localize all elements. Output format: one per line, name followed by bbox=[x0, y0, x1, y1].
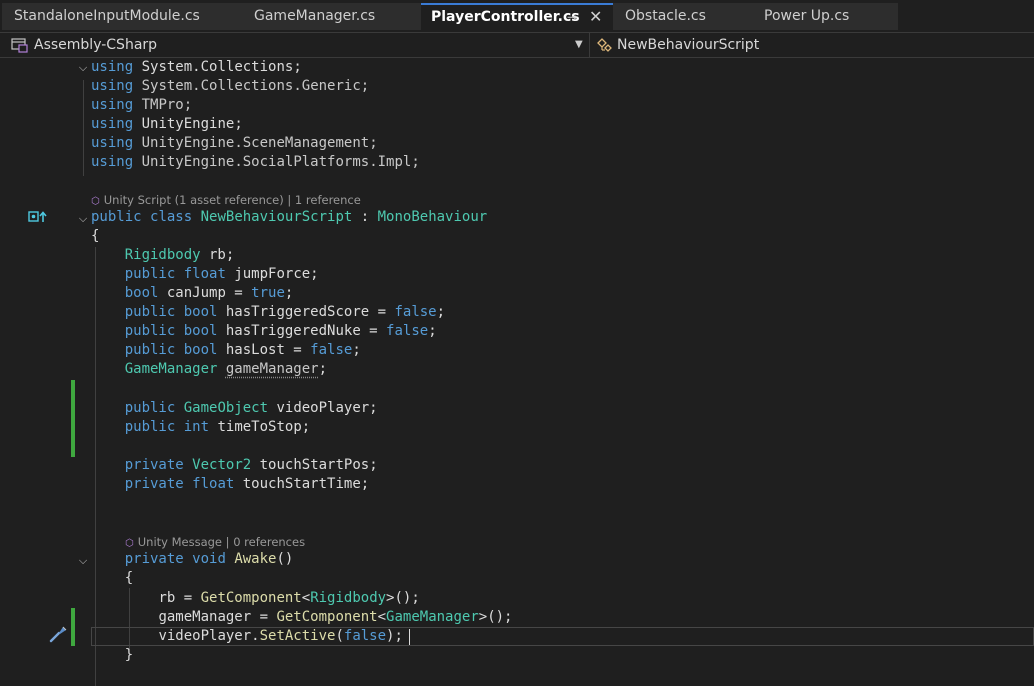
code-line-10: Rigidbody rb; bbox=[124, 247, 235, 263]
chevron-down-icon[interactable]: ▼ bbox=[575, 33, 583, 57]
codelens-awake-references[interactable]: ⬡ Unity Message | 0 references bbox=[125, 534, 305, 550]
code-line-15: public bool hasLost = false; bbox=[124, 342, 361, 358]
fold-toggle-icon[interactable]: ⌵ bbox=[77, 213, 89, 225]
navigation-bar: Assembly-CSharp ▼ NewBehaviourScript bbox=[0, 32, 1034, 58]
code-line-8: public class NewBehaviourScript : MonoBe… bbox=[91, 209, 488, 225]
code-editor[interactable]: ⌵ ⌵ ⌵ using System.Collections; using Sy… bbox=[0, 58, 1034, 686]
tab-label: GameManager.cs bbox=[254, 8, 376, 24]
tab-label: Obstacle.cs bbox=[625, 8, 706, 24]
tab-standalone-input-module[interactable]: StandaloneInputModule.cs bbox=[2, 3, 246, 30]
code-line-4: using UnityEngine; bbox=[91, 116, 243, 132]
code-line-14: public bool hasTriggeredNuke = false; bbox=[124, 323, 437, 339]
codelens-text: Unity Script (1 asset reference) | 1 ref… bbox=[103, 193, 361, 207]
code-line-6: using UnityEngine.SocialPlatforms.Impl; bbox=[91, 154, 420, 170]
code-line-27: rb = GetComponent<Rigidbody>(); bbox=[158, 590, 420, 606]
tab-game-manager[interactable]: GameManager.cs bbox=[242, 3, 422, 30]
change-indicator bbox=[71, 608, 75, 646]
tab-label: Power Up.cs bbox=[764, 8, 850, 24]
code-line-11: public float jumpForce; bbox=[124, 266, 319, 282]
code-line-26: { bbox=[124, 570, 134, 586]
code-line-30: } bbox=[124, 647, 134, 663]
code-line-25: private void Awake() bbox=[124, 551, 294, 567]
type-label: NewBehaviourScript bbox=[617, 37, 760, 53]
code-line-12: bool canJump = true; bbox=[124, 285, 294, 301]
tab-player-controller[interactable]: PlayerController.cs ⊸ ✕ bbox=[421, 3, 617, 30]
unity-script-glyph-icon[interactable] bbox=[28, 210, 50, 224]
codelens-text: Unity Message | 0 references bbox=[137, 535, 306, 549]
code-line-16: GameManager gameManager; bbox=[124, 361, 328, 377]
csharp-project-icon bbox=[11, 38, 28, 53]
project-label: Assembly-CSharp bbox=[34, 37, 158, 53]
code-line-29: videoPlayer.SetActive(false); bbox=[158, 628, 403, 644]
code-line-21: private Vector2 touchStartPos; bbox=[124, 457, 378, 473]
screwdriver-icon[interactable] bbox=[48, 624, 68, 644]
code-line-5: using UnityEngine.SceneManagement; bbox=[91, 135, 378, 151]
close-icon[interactable]: ✕ bbox=[589, 5, 602, 29]
tab-power-up[interactable]: Power Up.cs bbox=[752, 3, 898, 30]
code-line-9: { bbox=[91, 228, 100, 244]
indent-guide bbox=[83, 80, 84, 176]
text-caret bbox=[409, 629, 410, 645]
codelens-class-references[interactable]: ⬡ Unity Script (1 asset reference) | 1 re… bbox=[91, 192, 361, 208]
fold-toggle-icon[interactable]: ⌵ bbox=[77, 555, 89, 567]
code-line-3: using TMPro; bbox=[91, 97, 193, 113]
code-line-19: public int timeToStop; bbox=[124, 419, 311, 435]
tab-label: StandaloneInputModule.cs bbox=[14, 8, 200, 24]
unity-cube-icon: ⬡ bbox=[125, 538, 134, 549]
project-dropdown[interactable]: Assembly-CSharp ▼ bbox=[8, 33, 590, 58]
class-type-icon bbox=[597, 38, 612, 52]
tab-label: PlayerController.cs bbox=[431, 9, 580, 25]
pin-icon[interactable]: ⊸ bbox=[567, 5, 577, 29]
unity-cube-icon: ⬡ bbox=[91, 196, 100, 207]
tab-obstacle[interactable]: Obstacle.cs bbox=[613, 3, 755, 30]
code-line-13: public bool hasTriggeredScore = false; bbox=[124, 304, 446, 320]
code-line-28: gameManager = GetComponent<GameManager>(… bbox=[158, 609, 513, 625]
change-indicator bbox=[71, 380, 75, 457]
document-tab-strip: StandaloneInputModule.cs GameManager.cs … bbox=[0, 0, 1034, 32]
code-line-22: private float touchStartTime; bbox=[124, 476, 370, 492]
code-line-2: using System.Collections.Generic; bbox=[91, 78, 370, 94]
code-line-18: public GameObject videoPlayer; bbox=[124, 400, 378, 416]
fold-toggle-icon[interactable]: ⌵ bbox=[77, 62, 89, 74]
code-line-1: using System.Collections; bbox=[91, 59, 302, 75]
type-dropdown[interactable]: NewBehaviourScript bbox=[592, 33, 1034, 58]
